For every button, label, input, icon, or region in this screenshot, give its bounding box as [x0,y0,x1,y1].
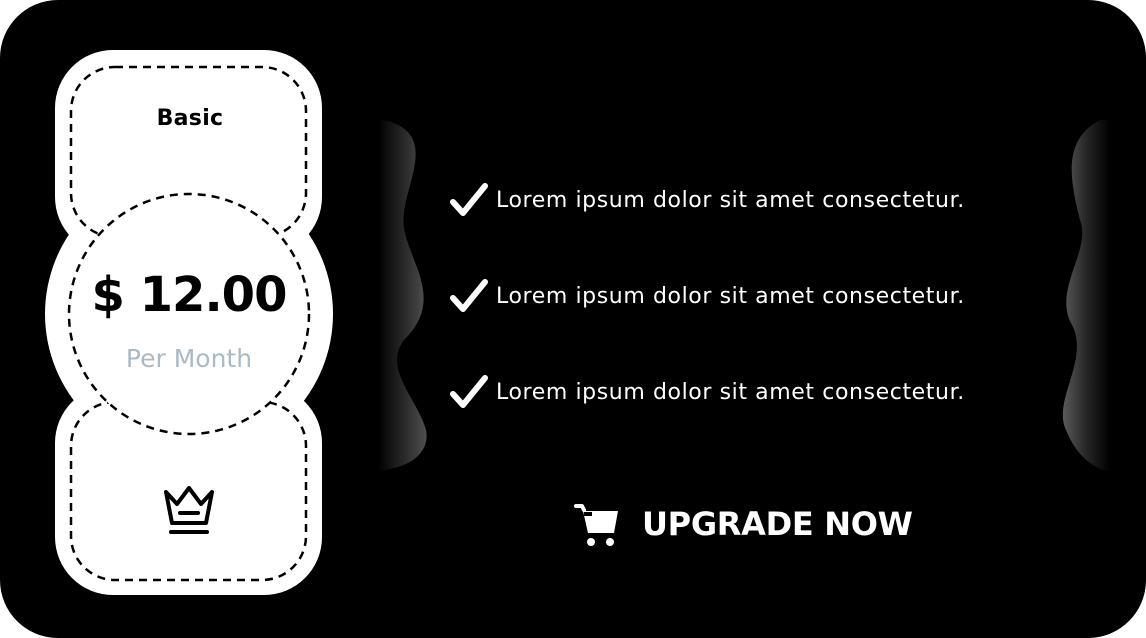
left-wave-decoration [378,120,427,470]
check-icon [450,375,488,408]
feature-list: Lorem ipsum dolor sit amet consectetur. … [450,178,965,466]
right-wave-decoration [1062,120,1110,472]
plan-period: Per Month [125,344,253,373]
check-icon [450,183,488,216]
feature-item: Lorem ipsum dolor sit amet consectetur. [450,370,965,414]
feature-item: Lorem ipsum dolor sit amet consectetur. [450,178,965,222]
feature-text: Lorem ipsum dolor sit amet consectetur. [496,187,965,213]
feature-item: Lorem ipsum dolor sit amet consectetur. [450,274,965,318]
check-icon [450,279,488,312]
plan-price: $ 12.00 [91,267,288,323]
crown-icon [164,486,214,534]
pricing-card: Basic $ 12.00 Per Month Lorem ipsum dolo… [0,0,1146,638]
plan-name: Basic [156,106,224,131]
cart-icon [574,504,618,546]
feature-text: Lorem ipsum dolor sit amet consectetur. [496,379,965,405]
upgrade-now-label: UPGRADE NOW [642,505,913,543]
feature-text: Lorem ipsum dolor sit amet consectetur. [496,283,965,309]
upgrade-now-button[interactable]: UPGRADE NOW [574,500,913,548]
